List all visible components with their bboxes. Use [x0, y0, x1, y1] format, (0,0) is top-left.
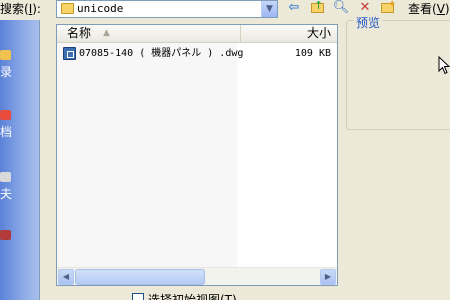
initial-view-label: 选择初始视图(T) [148, 293, 237, 300]
delete-x-icon: ✕ [359, 0, 371, 15]
places-item-documents[interactable]: 档 [0, 110, 14, 140]
mouse-cursor-icon [438, 56, 450, 75]
scrollbar-thumb[interactable] [75, 269, 205, 285]
places-item-computer[interactable]: 夫 [0, 172, 14, 202]
search-icon: 🔍︎ [332, 0, 350, 15]
file-size: 109 KB [294, 48, 331, 59]
column-header-size[interactable]: 大小 [241, 25, 337, 42]
column-header: 名称 ▲ 大小 [57, 25, 337, 43]
chevron-right-icon: ▶ [324, 272, 332, 281]
folder-icon [61, 3, 74, 14]
back-arrow-icon: ⇦ [288, 0, 300, 15]
view-menu-button[interactable]: 查看(V) [408, 0, 450, 17]
search-web-button[interactable]: 🔍︎ [331, 0, 351, 16]
places-bar: 录 档 夫 [0, 20, 40, 300]
computer-icon [0, 172, 11, 182]
file-name: 07085-140 ( 機器パネル ) .dwg [79, 48, 244, 59]
horizontal-scrollbar[interactable]: ◀ ▶ [57, 267, 337, 285]
lookin-value: unicode [77, 2, 124, 15]
preview-panel [346, 20, 450, 130]
column-header-name[interactable]: 名称 ▲ [57, 25, 241, 42]
name-column-highlight [57, 43, 237, 267]
chevron-down-icon[interactable]: ▼ [261, 1, 277, 17]
lookin-combobox[interactable]: unicode ▼ [56, 0, 278, 18]
places-item-network[interactable] [0, 230, 14, 243]
scroll-left-button[interactable]: ◀ [58, 269, 74, 285]
places-item-recent[interactable]: 录 [0, 50, 14, 80]
file-list[interactable]: 名称 ▲ 大小 07085-140 ( 機器パネル ) .dwg 109 KB … [56, 24, 338, 286]
sort-ascending-icon: ▲ [103, 28, 110, 38]
sparkle-icon: ✦ [388, 0, 397, 10]
initial-view-checkbox[interactable] [132, 293, 144, 300]
preview-label: 预览 [354, 14, 383, 31]
file-row[interactable]: 07085-140 ( 機器パネル ) .dwg 109 KB [57, 47, 337, 61]
back-button[interactable]: ⇦ [284, 0, 304, 16]
scroll-right-button[interactable]: ▶ [320, 269, 336, 285]
lookin-label: 搜索(I): [0, 2, 41, 16]
up-arrow-icon: ↑ [314, 0, 324, 12]
network-icon [0, 230, 11, 240]
up-folder-button[interactable]: ↑ [308, 0, 328, 16]
recent-icon [0, 50, 11, 60]
chevron-left-icon: ◀ [62, 272, 70, 281]
documents-icon [0, 110, 11, 120]
dwg-file-icon [63, 47, 76, 60]
